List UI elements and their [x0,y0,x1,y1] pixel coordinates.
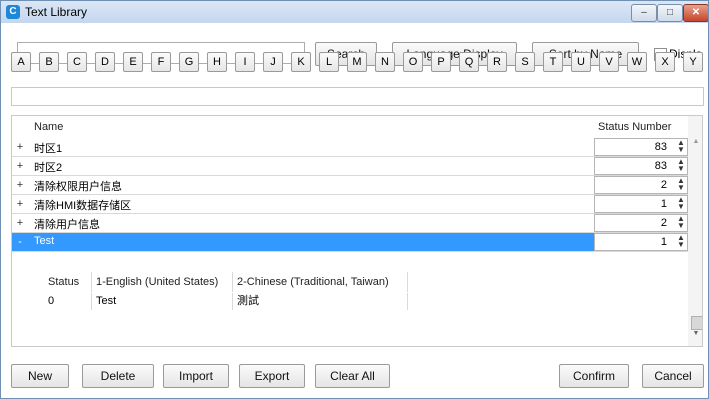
letter-button-e[interactable]: E [123,52,143,72]
table-row[interactable]: + 清除权限用户信息 2 ▲ ▼ [12,176,688,195]
minimize-button[interactable]: – [631,4,657,22]
scroll-up-arrow-icon[interactable]: ▲ [688,138,702,145]
row-name: 时区2 [34,162,63,174]
row-name: 清除HMI数据存储区 [34,200,132,212]
letter-button-g[interactable]: G [179,52,199,72]
delete-button[interactable]: Delete [82,364,154,388]
scroll-down-arrow-icon[interactable]: ▼ [688,330,702,337]
expand-toggle-icon[interactable]: + [12,157,28,175]
letter-button-f[interactable]: F [151,52,171,72]
subtable-cell-chinese[interactable]: 測試 [233,293,408,310]
letter-button-b[interactable]: B [39,52,59,72]
row-name: 时区1 [34,143,63,155]
letter-button-d[interactable]: D [95,52,115,72]
language-subtable: Status 1-English (United States) 2-Chine… [28,272,688,310]
table-row[interactable]: + 清除HMI数据存储区 1 ▲ ▼ [12,195,688,214]
letter-button-j[interactable]: J [263,52,283,72]
row-name: Test [34,235,55,247]
dialog-content: Search Language Display Sort by Name Dis… [1,23,708,398]
row-name: 清除用户信息 [34,219,100,231]
spinner-arrows-icon[interactable]: ▲ ▼ [677,177,687,192]
letter-button-c[interactable]: C [67,52,87,72]
letter-button-u[interactable]: U [571,52,591,72]
letter-button-l[interactable]: L [319,52,339,72]
letter-button-p[interactable]: P [431,52,451,72]
letter-button-v[interactable]: V [599,52,619,72]
subtable-header-status: Status [44,272,92,292]
scroll-thumb[interactable] [691,316,702,330]
letter-button-y[interactable]: Y [683,52,703,72]
subtable-cell-status[interactable]: 0 [44,293,92,310]
subtable-cell-english[interactable]: Test [92,293,233,310]
expand-toggle-icon[interactable]: + [12,176,28,194]
status-number-spinner[interactable]: 2 [594,214,688,232]
letter-button-t[interactable]: T [543,52,563,72]
expand-toggle-icon[interactable]: + [12,214,28,232]
subtable-header-chinese: 2-Chinese (Traditional, Taiwan) [233,272,408,292]
status-number-spinner[interactable]: 1 [594,233,688,251]
status-number-spinner[interactable]: 83 [594,157,688,175]
spinner-arrows-icon[interactable]: ▲ ▼ [677,158,687,173]
text-library-window: C Text Library – □ ✕ Search Language Dis… [0,0,709,399]
letter-button-h[interactable]: H [207,52,227,72]
window-title: Text Library [25,5,88,19]
letter-button-w[interactable]: W [627,52,647,72]
export-button[interactable]: Export [239,364,305,388]
title-bar[interactable]: C Text Library – □ ✕ [1,1,708,23]
subtable-header-english: 1-English (United States) [92,272,233,292]
app-icon: C [6,5,20,19]
status-number-spinner[interactable]: 2 [594,176,688,194]
letter-button-m[interactable]: M [347,52,367,72]
expand-toggle-icon[interactable]: + [12,138,28,156]
letter-button-q[interactable]: Q [459,52,479,72]
cancel-button[interactable]: Cancel [642,364,704,388]
vertical-scrollbar[interactable]: ▲ ▼ [688,116,702,346]
new-button[interactable]: New [11,364,69,388]
row-name: 清除权限用户信息 [34,181,122,193]
status-number-spinner[interactable]: 83 [594,138,688,156]
spinner-arrows-icon[interactable]: ▲ ▼ [677,215,687,230]
clear-all-button[interactable]: Clear All [315,364,390,388]
expand-toggle-icon[interactable]: - [12,233,28,251]
text-grid: Name Status Number + 时区1 83 ▲ ▼ + 时区2 83 ▲ ▼ + 清除权限… [11,115,703,347]
letter-button-o[interactable]: O [403,52,423,72]
spinner-arrows-icon[interactable]: ▲ ▼ [677,196,687,211]
status-number-spinner[interactable]: 1 [594,195,688,213]
letter-button-n[interactable]: N [375,52,395,72]
spinner-arrows-icon[interactable]: ▲ ▼ [677,139,687,154]
expand-toggle-icon[interactable]: + [12,195,28,213]
table-row[interactable]: + 时区1 83 ▲ ▼ [12,138,688,157]
letter-button-s[interactable]: S [515,52,535,72]
column-header-name[interactable]: Name [34,116,63,138]
maximize-button[interactable]: □ [657,4,683,22]
letter-button-i[interactable]: I [235,52,255,72]
column-header-status-number[interactable]: Status Number [598,116,671,138]
letter-button-k[interactable]: K [291,52,311,72]
confirm-button[interactable]: Confirm [559,364,629,388]
table-row[interactable]: - Test 1 ▲ ▼ [12,233,688,252]
filter-field[interactable] [11,87,704,106]
letter-button-a[interactable]: A [11,52,31,72]
table-row[interactable]: + 清除用户信息 2 ▲ ▼ [12,214,688,233]
import-button[interactable]: Import [163,364,229,388]
letter-button-x[interactable]: X [655,52,675,72]
close-button[interactable]: ✕ [683,4,708,22]
letter-button-r[interactable]: R [487,52,507,72]
table-row[interactable]: + 时区2 83 ▲ ▼ [12,157,688,176]
spinner-arrows-icon[interactable]: ▲ ▼ [677,234,687,249]
